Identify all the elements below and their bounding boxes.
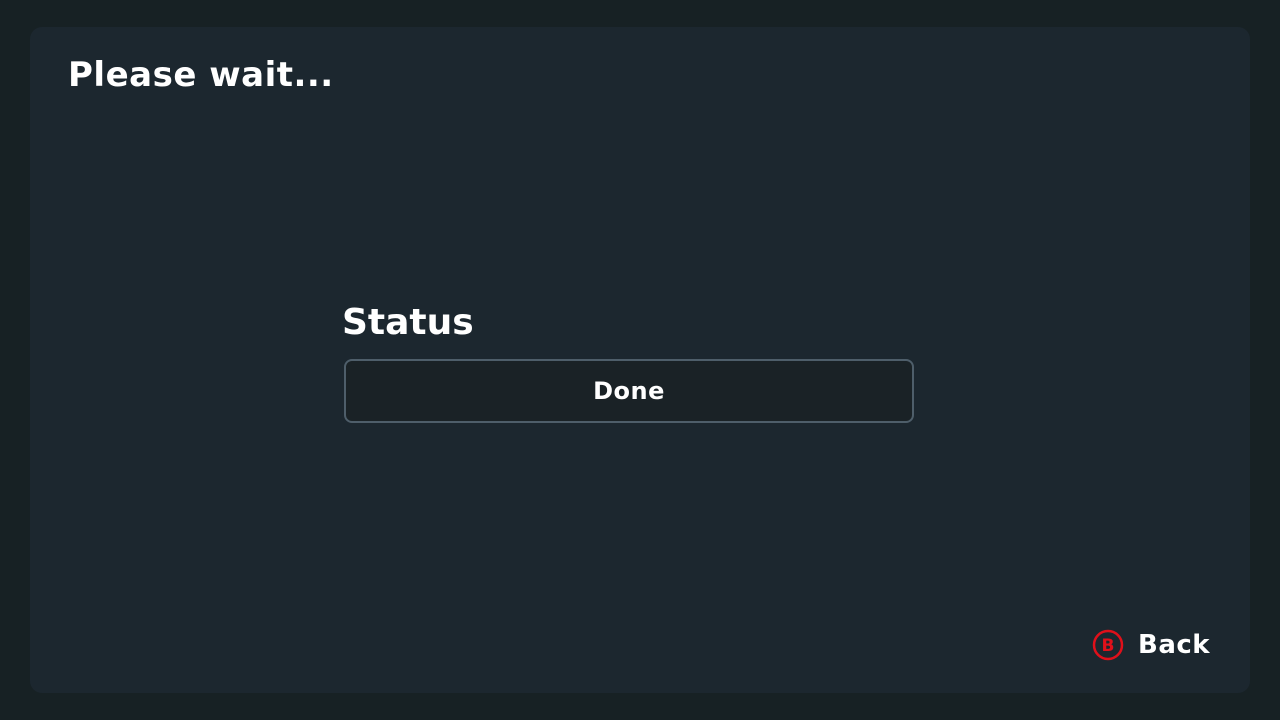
main-panel: Please wait... Status Done B Back	[30, 27, 1250, 693]
status-field: Done	[344, 359, 914, 423]
page-title: Please wait...	[68, 55, 334, 95]
screen: Please wait... Status Done B Back	[0, 0, 1280, 720]
b-button-icon: B	[1092, 629, 1124, 661]
b-button-letter: B	[1102, 636, 1115, 656]
back-button[interactable]: B Back	[1092, 629, 1210, 661]
status-value: Done	[593, 377, 665, 405]
status-label: Status	[342, 302, 474, 343]
back-label: Back	[1138, 630, 1211, 660]
